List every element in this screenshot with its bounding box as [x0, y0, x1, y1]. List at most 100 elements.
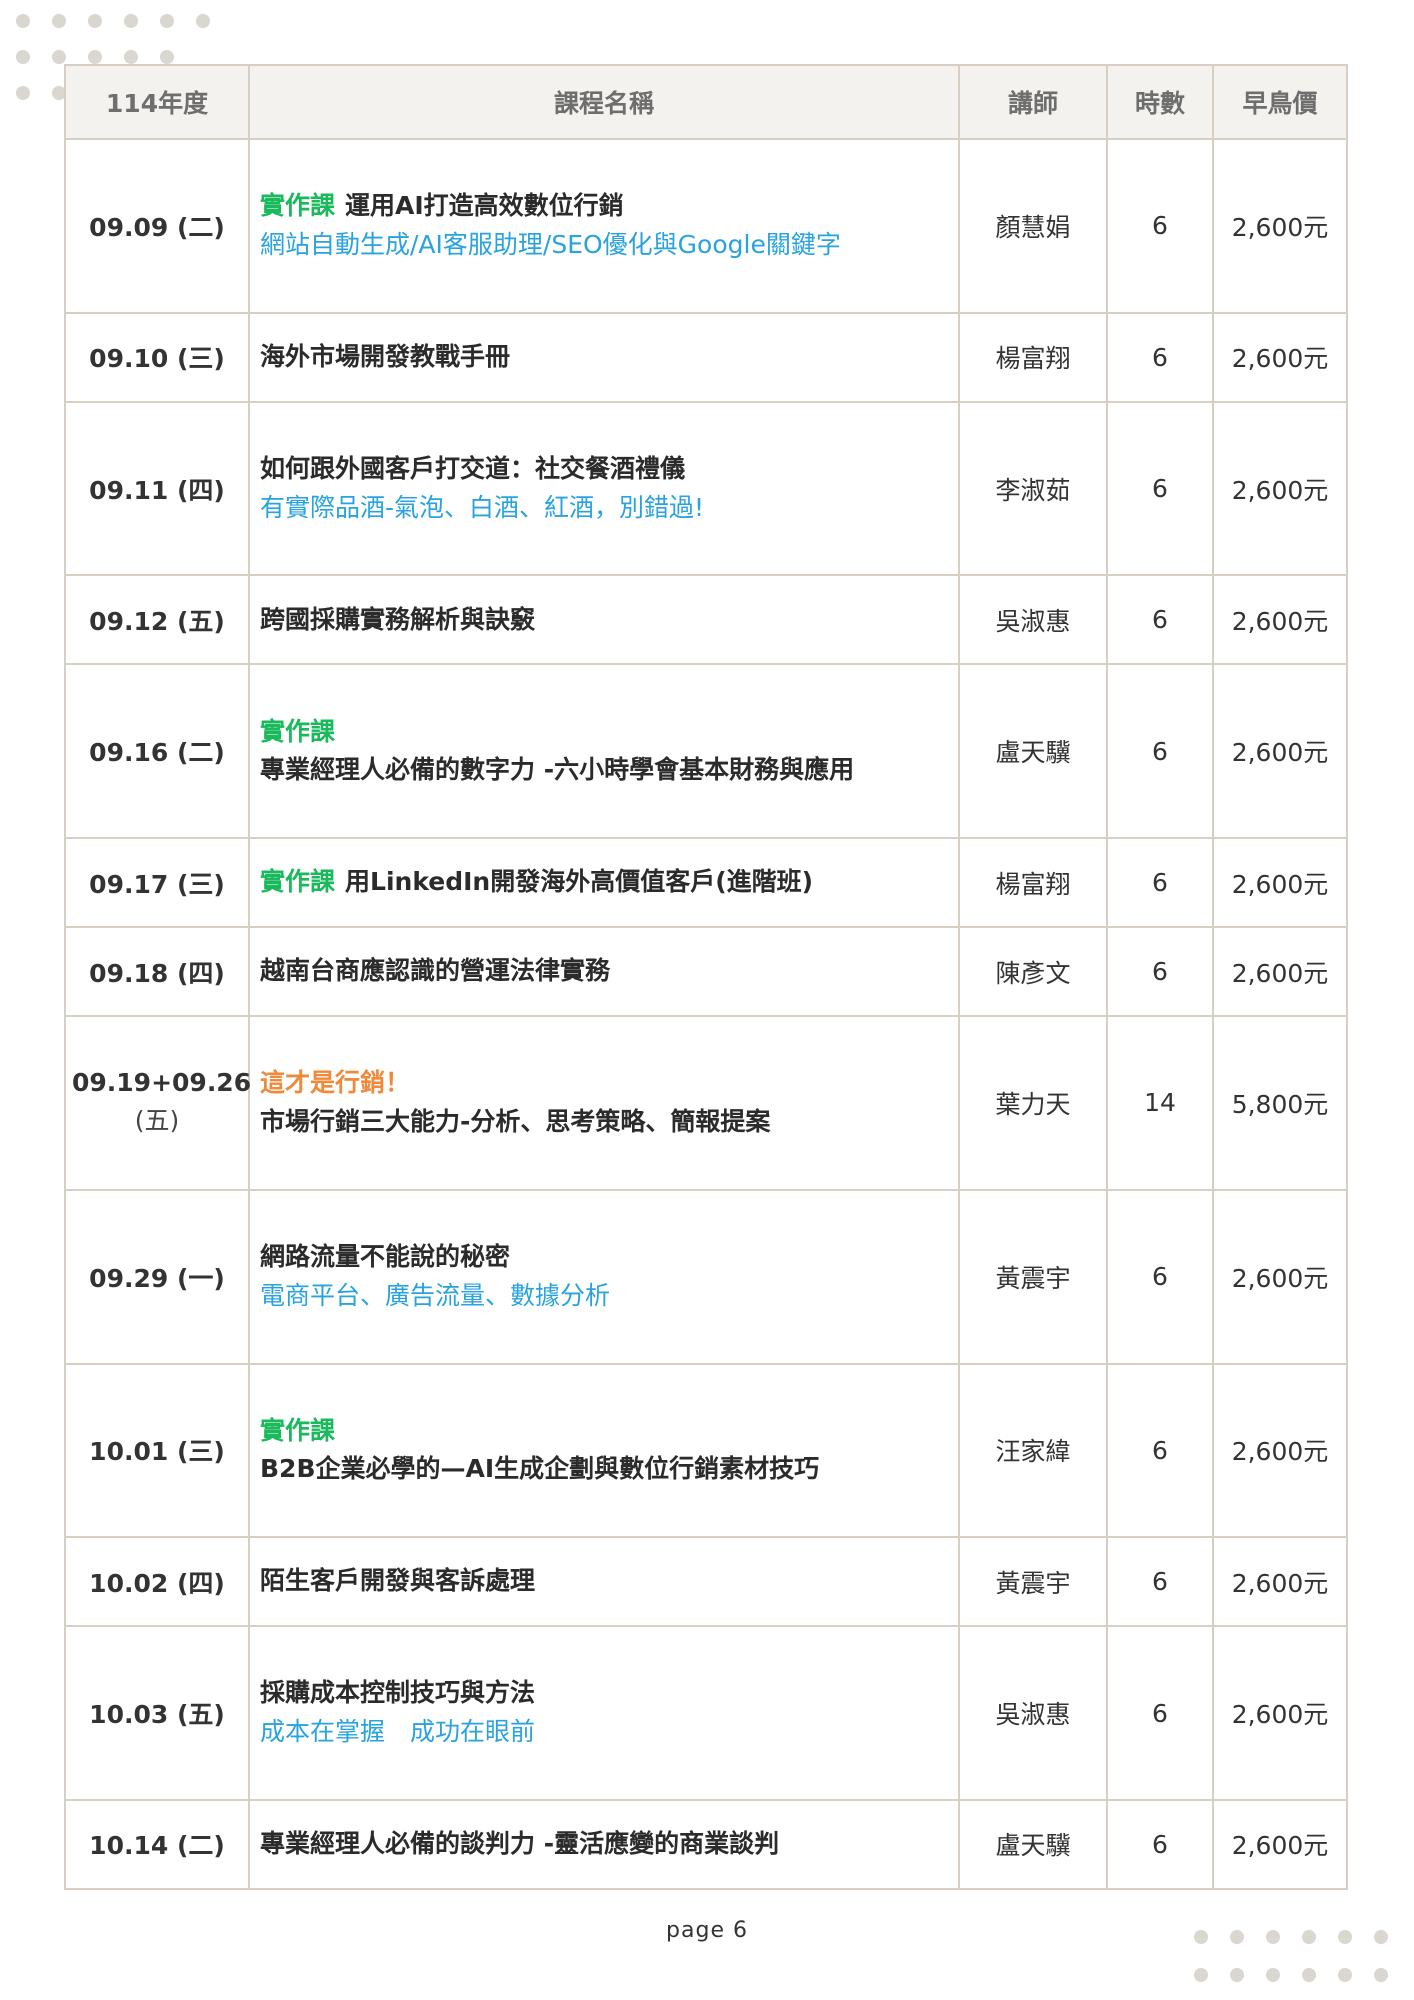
- course-name: 實作課 用LinkedIn開發海外高價值客戶(進階班): [248, 837, 960, 929]
- decorative-dot: [160, 14, 174, 28]
- table-row: 09.29 (一) 網路流量不能說的秘密 電商平台、廣告流量、數據分析 黃震宇 …: [64, 1188, 1348, 1365]
- course-price: 2,600元: [1212, 1188, 1348, 1365]
- table-row: 10.03 (五) 採購成本控制技巧與方法 成本在掌握 成功在眼前 吳淑惠 6 …: [64, 1625, 1348, 1801]
- course-price: 2,600元: [1212, 311, 1348, 403]
- course-hours: 6: [1106, 663, 1214, 840]
- header-hours: 時數: [1106, 64, 1214, 140]
- course-hours: 14: [1106, 1015, 1214, 1191]
- header-year: 114年度: [64, 64, 250, 140]
- practice-tag: 實作課: [260, 191, 336, 221]
- header-price: 早鳥價: [1212, 64, 1348, 140]
- decorative-dot: [160, 50, 174, 64]
- course-date: 10.01 (三): [64, 1362, 250, 1539]
- course-price: 2,600元: [1212, 926, 1348, 1018]
- course-name: 這才是行銷！ 市場行銷三大能力-分析、思考策略、簡報提案: [248, 1015, 960, 1191]
- course-name: 如何跟外國客戶打交道：社交餐酒禮儀 有實際品酒-氣泡、白酒、紅酒，別錯過!: [248, 400, 960, 577]
- table-row: 10.01 (三) 實作課 B2B企業必學的—AI生成企劃與數位行銷素材技巧 汪…: [64, 1362, 1348, 1539]
- course-schedule-table: 114年度 課程名稱 講師 時數 早鳥價 09.09 (二) 實作課 運用AI打造…: [64, 64, 1348, 1891]
- course-hours: 6: [1106, 1625, 1214, 1801]
- course-title: 採購成本控制技巧與方法: [260, 1678, 536, 1708]
- table-header-row: 114年度 課程名稱 講師 時數 早鳥價: [64, 64, 1348, 140]
- course-name: 專業經理人必備的談判力 -靈活應變的商業談判: [248, 1798, 960, 1891]
- table-row: 09.12 (五) 跨國採購實務解析與訣竅 吳淑惠 6 2,600元: [64, 574, 1348, 666]
- course-title: 海外市場開發教戰手冊: [260, 341, 511, 371]
- course-hours: 6: [1106, 926, 1214, 1018]
- course-name: 實作課 運用AI打造高效數位行銷 網站自動生成/AI客服助理/SEO優化與Goog…: [248, 138, 960, 314]
- decorative-dot: [124, 50, 138, 64]
- decorative-dot: [196, 14, 210, 28]
- decorative-dot: [1338, 1968, 1352, 1982]
- course-hours: 6: [1106, 837, 1214, 929]
- course-teacher: 吳淑惠: [958, 1625, 1108, 1801]
- decorative-dot: [16, 86, 30, 100]
- practice-tag: 實作課: [260, 716, 336, 746]
- course-subtitle: 成本在掌握 成功在眼前: [260, 1717, 536, 1747]
- decorative-dot: [16, 14, 30, 28]
- course-hours: 6: [1106, 1536, 1214, 1628]
- table-row: 09.19+09.26 (五) 這才是行銷！ 市場行銷三大能力-分析、思考策略、…: [64, 1015, 1348, 1191]
- decorative-dot: [88, 50, 102, 64]
- table-row: 09.17 (三) 實作課 用LinkedIn開發海外高價值客戶(進階班) 楊富翔…: [64, 837, 1348, 929]
- course-date: 09.09 (二): [64, 138, 250, 314]
- course-date: 09.16 (二): [64, 663, 250, 840]
- course-teacher: 葉力天: [958, 1015, 1108, 1191]
- decorative-dot: [1374, 1968, 1388, 1982]
- course-name: 越南台商應認識的營運法律實務: [248, 926, 960, 1018]
- practice-tag: 實作課: [260, 867, 336, 897]
- course-hours: 6: [1106, 400, 1214, 577]
- course-price: 5,800元: [1212, 1015, 1348, 1191]
- page-number: page 6: [666, 1918, 748, 1943]
- decorative-dot: [52, 50, 66, 64]
- header-course: 課程名稱: [248, 64, 960, 140]
- course-name: 網路流量不能說的秘密 電商平台、廣告流量、數據分析: [248, 1188, 960, 1365]
- course-teacher: 黃震宇: [958, 1188, 1108, 1365]
- course-teacher: 顏慧娟: [958, 138, 1108, 314]
- course-title: 陌生客戶開發與客訴處理: [260, 1566, 536, 1596]
- course-hours: 6: [1106, 1188, 1214, 1365]
- decorative-dot: [16, 50, 30, 64]
- course-price: 2,600元: [1212, 400, 1348, 577]
- course-name: 採購成本控制技巧與方法 成本在掌握 成功在眼前: [248, 1625, 960, 1801]
- course-date: 10.02 (四): [64, 1536, 250, 1628]
- course-title: 跨國採購實務解析與訣竅: [260, 604, 536, 634]
- course-price: 2,600元: [1212, 1798, 1348, 1891]
- course-hours: 6: [1106, 311, 1214, 403]
- course-title: 越南台商應認識的營運法律實務: [260, 956, 611, 986]
- course-teacher: 盧天驥: [958, 1798, 1108, 1891]
- decorative-dot: [88, 14, 102, 28]
- course-date: 09.19+09.26 (五): [64, 1015, 252, 1191]
- course-teacher: 汪家緯: [958, 1362, 1108, 1539]
- header-teacher: 講師: [958, 64, 1108, 140]
- course-title: 網路流量不能說的秘密: [260, 1241, 511, 1271]
- course-hours: 6: [1106, 574, 1214, 666]
- course-teacher: 楊富翔: [958, 311, 1108, 403]
- course-name: 跨國採購實務解析與訣竅: [248, 574, 960, 666]
- course-teacher: 吳淑惠: [958, 574, 1108, 666]
- decorative-dot: [124, 14, 138, 28]
- course-teacher: 陳彥文: [958, 926, 1108, 1018]
- course-price: 2,600元: [1212, 1536, 1348, 1628]
- course-subtitle: 電商平台、廣告流量、數據分析: [260, 1280, 611, 1310]
- course-date: 10.03 (五): [64, 1625, 250, 1801]
- table-row: 09.09 (二) 實作課 運用AI打造高效數位行銷 網站自動生成/AI客服助理/…: [64, 138, 1348, 314]
- course-date: 09.12 (五): [64, 574, 250, 666]
- course-teacher: 李淑茹: [958, 400, 1108, 577]
- course-price: 2,600元: [1212, 837, 1348, 929]
- course-date: 09.29 (一): [64, 1188, 250, 1365]
- course-title: 如何跟外國客戶打交道：社交餐酒禮儀: [260, 453, 686, 483]
- table-row: 09.11 (四) 如何跟外國客戶打交道：社交餐酒禮儀 有實際品酒-氣泡、白酒、…: [64, 400, 1348, 577]
- table-row: 09.16 (二) 實作課 專業經理人必備的數字力 -六小時學會基本財務與應用 …: [64, 663, 1348, 840]
- course-title: 專業經理人必備的數字力 -六小時學會基本財務與應用: [260, 755, 855, 785]
- decorative-dot: [52, 14, 66, 28]
- course-title: 市場行銷三大能力-分析、思考策略、簡報提案: [260, 1106, 771, 1136]
- marketing-tag: 這才是行銷！: [260, 1068, 411, 1098]
- course-teacher: 黃震宇: [958, 1536, 1108, 1628]
- course-date-range: 09.19+09.26: [72, 1068, 252, 1098]
- course-hours: 6: [1106, 138, 1214, 314]
- course-teacher: 楊富翔: [958, 837, 1108, 929]
- course-date: 09.18 (四): [64, 926, 250, 1018]
- course-price: 2,600元: [1212, 574, 1348, 666]
- practice-tag: 實作課: [260, 1415, 336, 1445]
- table-row: 10.14 (二) 專業經理人必備的談判力 -靈活應變的商業談判 盧天驥 6 2…: [64, 1798, 1348, 1891]
- table-row: 09.10 (三) 海外市場開發教戰手冊 楊富翔 6 2,600元: [64, 311, 1348, 403]
